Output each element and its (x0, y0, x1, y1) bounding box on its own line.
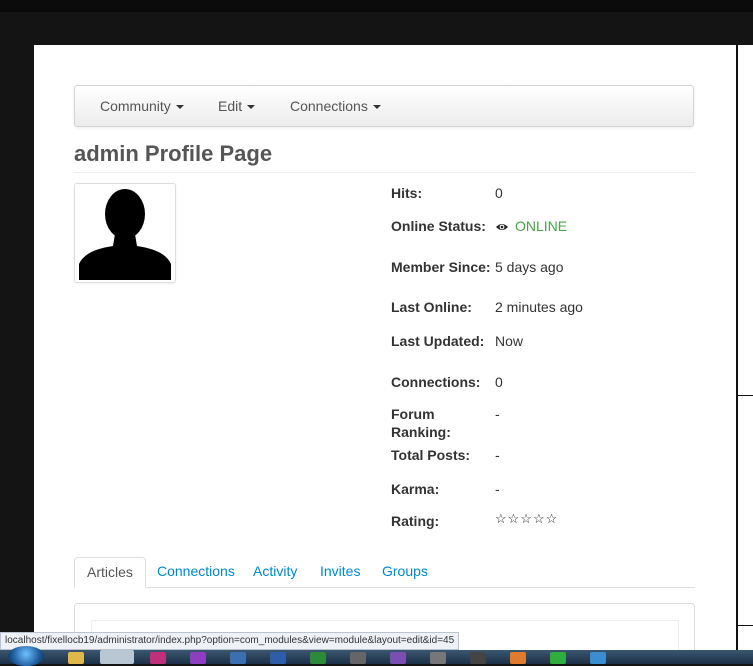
caret-down-icon (247, 105, 256, 110)
eye-icon (496, 224, 508, 231)
app-icon[interactable] (190, 652, 206, 664)
total-posts-label: Total Posts: (391, 447, 471, 463)
tab-activity[interactable]: Activity (253, 557, 297, 586)
app-icon[interactable] (150, 652, 166, 664)
rating-stars[interactable]: ☆☆☆☆☆ (495, 510, 558, 528)
tab-invites[interactable]: Invites (320, 557, 360, 586)
app-icon[interactable] (230, 652, 246, 664)
caret-down-icon (372, 105, 381, 110)
last-updated-label: Last Updated: (391, 333, 485, 349)
divider (738, 625, 753, 626)
hits-value: 0 (495, 185, 503, 201)
start-orb-icon[interactable] (8, 646, 44, 666)
avatar[interactable] (74, 183, 176, 283)
last-online-value: 2 minutes ago (495, 299, 583, 315)
right-window-edge (736, 45, 753, 650)
tab-groups[interactable]: Groups (382, 557, 428, 586)
online-status-value: ONLINE (495, 217, 567, 235)
member-since-value: 5 days ago (495, 259, 564, 275)
folder-icon[interactable] (68, 652, 84, 664)
divider (738, 395, 753, 396)
app-icon[interactable] (270, 652, 286, 664)
browser-status-url: localhost/fixellocb19/administrator/inde… (0, 632, 460, 650)
app-icon[interactable] (310, 652, 326, 664)
app-icon[interactable] (350, 652, 366, 664)
app-icon[interactable] (390, 652, 406, 664)
tab-connections[interactable]: Connections (157, 557, 235, 586)
member-since-label: Member Since: (391, 259, 491, 275)
nav-connections-label: Connections (290, 98, 368, 114)
hits-label: Hits: (391, 185, 423, 201)
nav-community-label: Community (100, 98, 171, 114)
last-online-label: Last Online: (391, 299, 472, 315)
connections-value: 0 (495, 374, 503, 390)
profile-tabs: Articles Connections Activity Invites Gr… (74, 557, 695, 588)
tab-articles[interactable]: Articles (74, 557, 146, 588)
nav-community-menu[interactable]: Community (100, 86, 184, 126)
firefox-icon[interactable] (100, 650, 134, 664)
last-updated-value: Now (495, 333, 524, 349)
app-icon[interactable] (510, 652, 526, 664)
browser-top-frame (0, 0, 753, 12)
caret-down-icon (175, 105, 184, 110)
app-icon[interactable] (470, 652, 486, 664)
app-icon[interactable] (550, 652, 566, 664)
app-icon[interactable] (430, 652, 446, 664)
title-divider (74, 172, 695, 173)
nav-connections-menu[interactable]: Connections (290, 86, 381, 126)
connections-label: Connections: (391, 374, 481, 390)
page-title: admin Profile Page (74, 141, 273, 166)
karma-label: Karma: (391, 481, 440, 497)
nav-edit-label: Edit (218, 98, 243, 114)
app-icon[interactable] (590, 652, 606, 664)
profile-page: Community Edit Connections admin Profile… (34, 45, 736, 650)
forum-ranking-value: - (495, 406, 500, 422)
profile-navbar: Community Edit Connections (74, 85, 694, 127)
forum-ranking-label: Forum Ranking: (391, 406, 451, 440)
nav-edit-menu[interactable]: Edit (218, 86, 256, 126)
online-status-label: Online Status: (391, 218, 486, 234)
karma-value: - (495, 481, 500, 497)
rating-label: Rating: (391, 513, 440, 529)
default-user-silhouette-icon (75, 184, 175, 282)
online-status-text: ONLINE (515, 218, 568, 234)
total-posts-value: - (495, 447, 500, 463)
